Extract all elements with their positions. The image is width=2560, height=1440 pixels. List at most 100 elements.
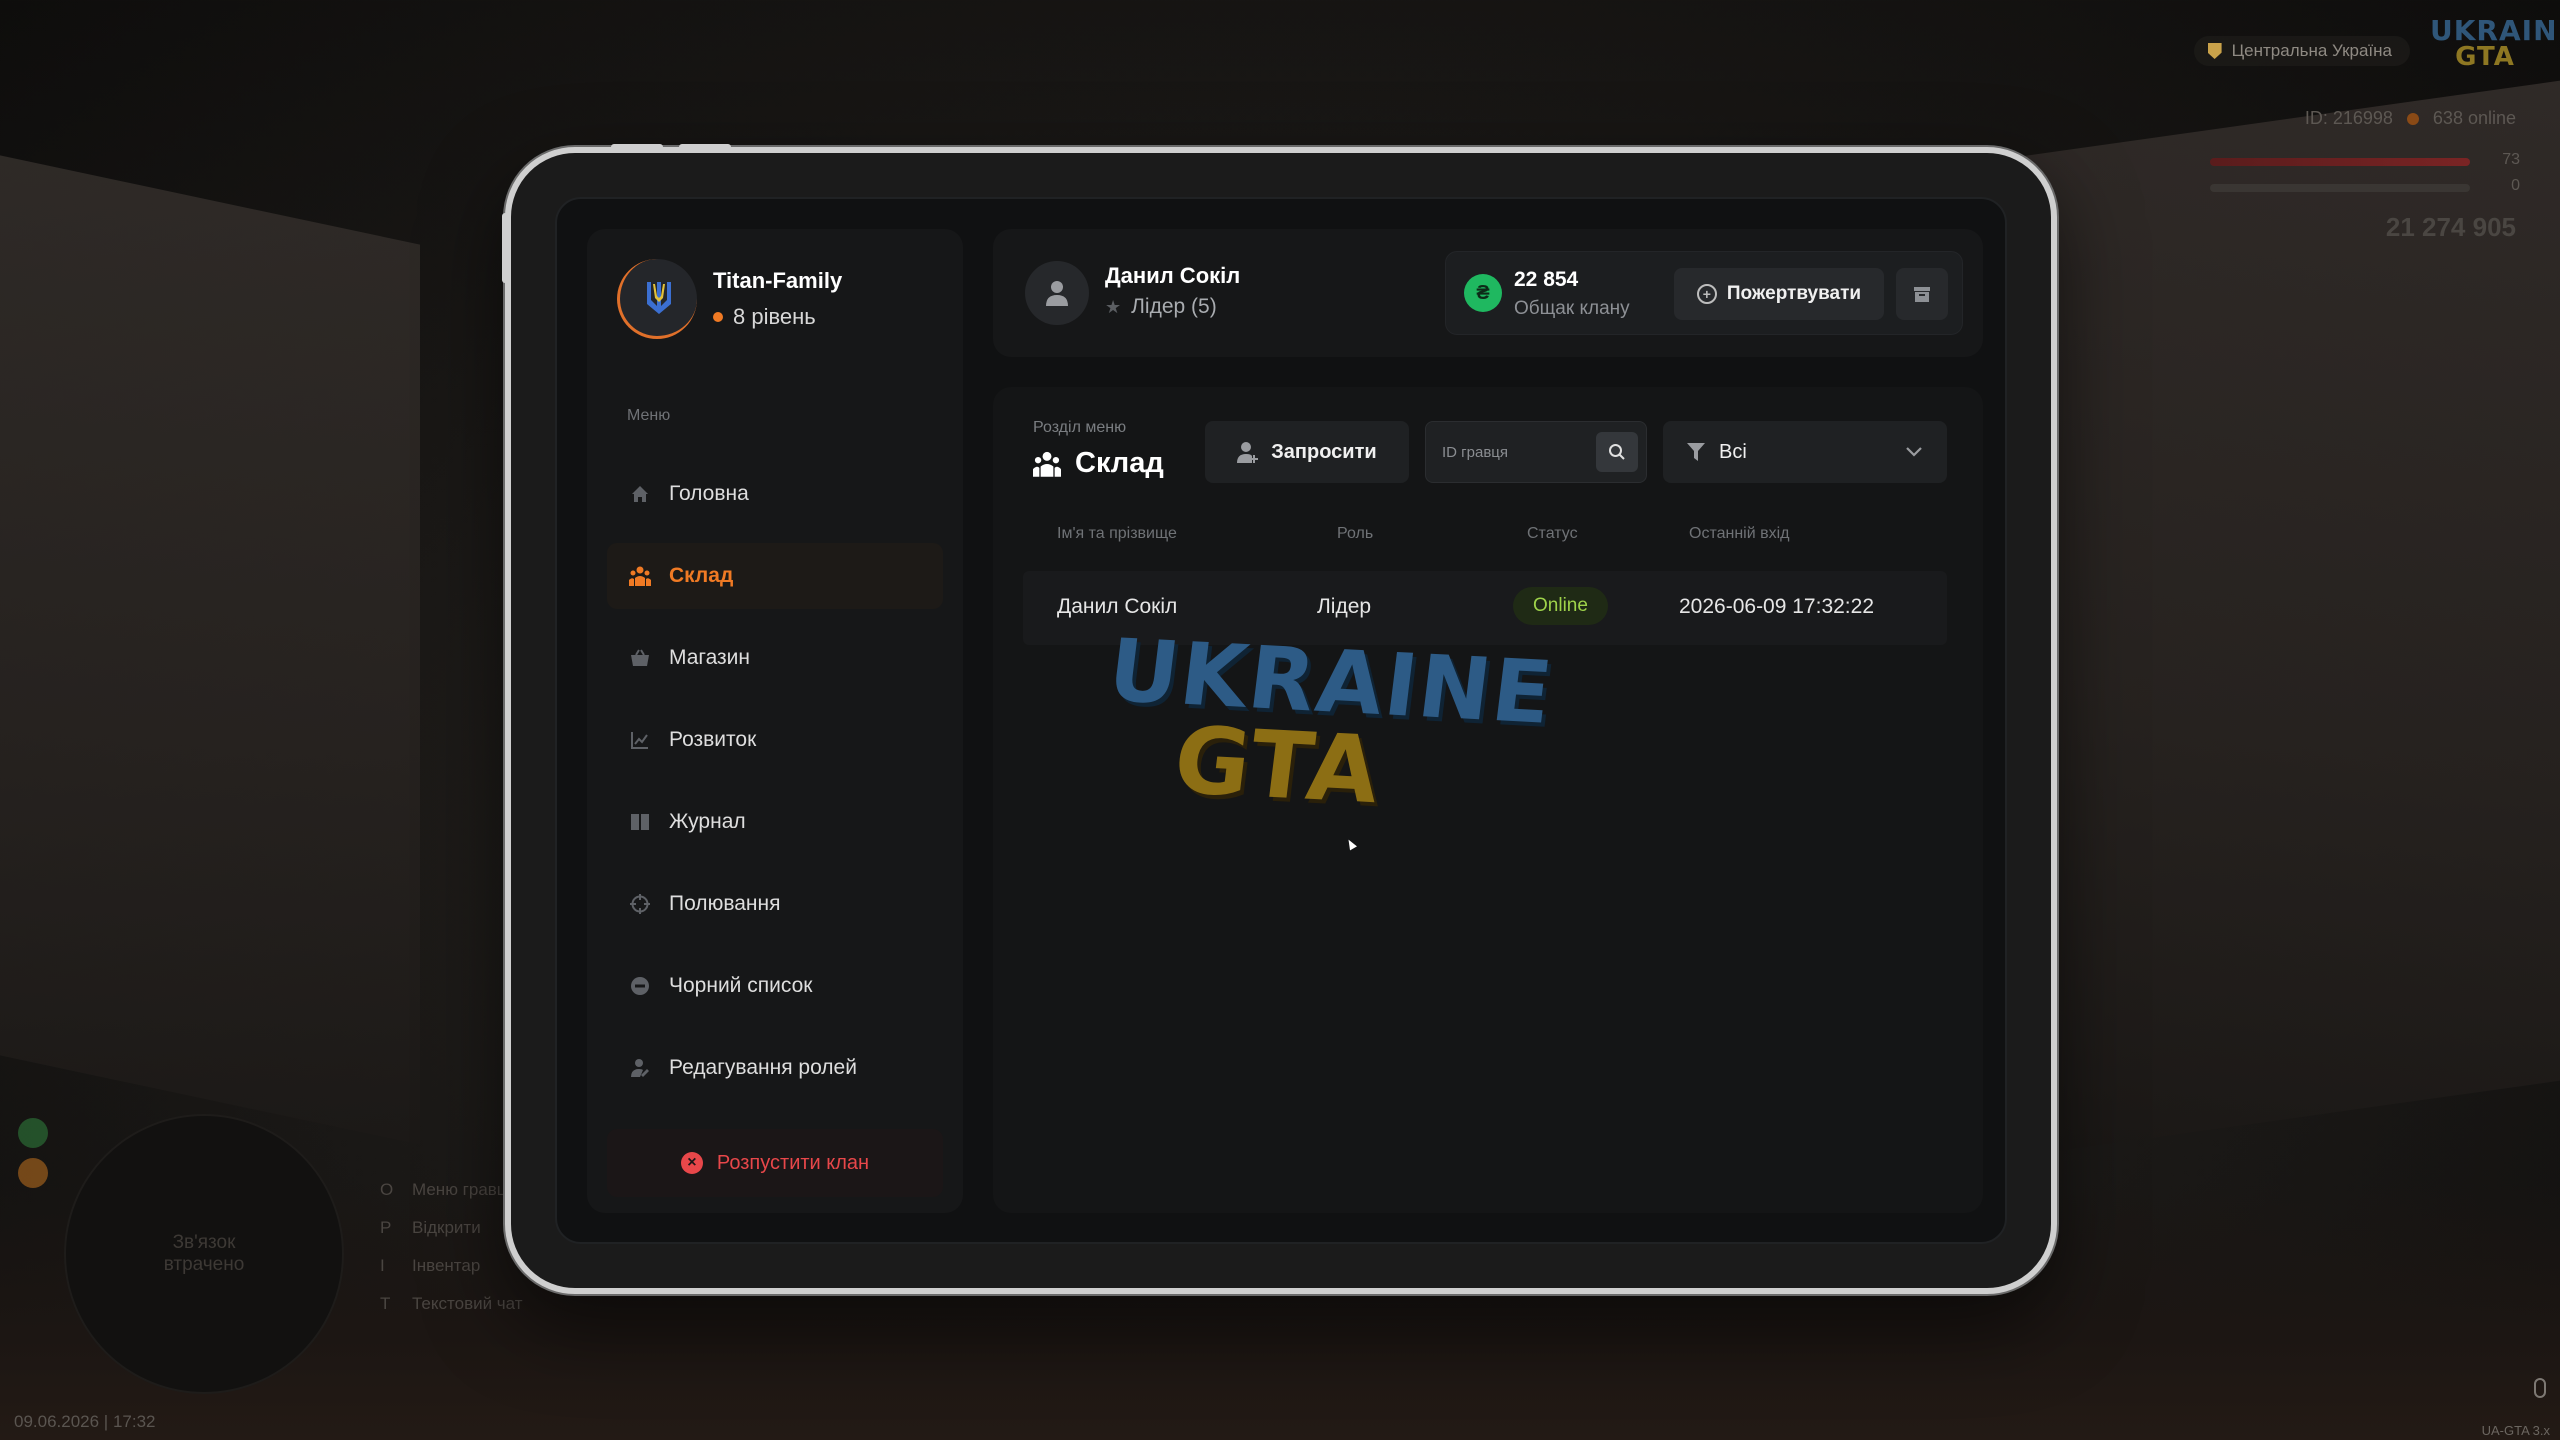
search-icon <box>1609 444 1625 460</box>
user-role: ★ Лідер (5) <box>1105 295 1217 319</box>
column-header: Роль <box>1337 525 1374 542</box>
tablet-screen: Titan-Family 8 рівень Меню Головна Склад… <box>555 197 2007 1244</box>
keybind-row: P Відкрити <box>380 1218 523 1238</box>
sidebar: Titan-Family 8 рівень Меню Головна Склад… <box>587 229 963 1213</box>
clan-level: 8 рівень <box>713 304 842 330</box>
hud-online-count: 638 online <box>2432 108 2516 128</box>
sidebar-item-label: Полювання <box>669 892 781 915</box>
sidebar-item-label: Головна <box>669 482 749 505</box>
filter-icon <box>1687 443 1705 461</box>
hud-player-id: ID: 216998 <box>2304 108 2393 128</box>
hryvnia-coin-icon: ₴ <box>1464 274 1502 312</box>
sidebar-item-label: Чорний список <box>669 974 813 997</box>
keybind-key: T <box>380 1294 391 1313</box>
hud-money: 21 274 905 <box>2385 212 2516 242</box>
donate-button-label: Пожертвувати <box>1726 283 1862 304</box>
sidebar-item-shop[interactable]: Магазин <box>607 625 943 691</box>
clan-header: Titan-Family 8 рівень <box>617 259 842 339</box>
people-icon <box>1033 451 1061 477</box>
filter-value: Всі <box>1719 440 1747 463</box>
user-icon <box>1046 281 1068 306</box>
clan-bank: ₴ 22 854 Общак клану + Пожертвувати <box>1445 251 1963 335</box>
chevron-down-icon <box>1906 447 1922 457</box>
keybind-label: Інвентар <box>412 1256 481 1275</box>
clan-avatar <box>617 259 697 339</box>
column-header: Останній вхід <box>1689 525 1790 542</box>
hud-datetime: 09.06.2026 | 17:32 <box>14 1412 156 1431</box>
menu-caption: Меню <box>627 407 671 424</box>
user-role-label: Лідер (5) <box>1131 295 1217 318</box>
minimap-status: Зв'язок втрачено <box>163 1232 245 1275</box>
close-icon: × <box>680 1152 703 1174</box>
armor-value: 0 <box>2511 177 2520 194</box>
invite-button[interactable]: Запросити <box>1205 421 1409 483</box>
game-logo-line2: GTA <box>2455 42 2515 72</box>
player-search <box>1425 421 1647 483</box>
shield-icon <box>2207 43 2222 59</box>
sidebar-item-edit-roles[interactable]: Редагування ролей <box>607 1035 943 1101</box>
hud-region-badge: Центральна Україна <box>2193 36 2410 66</box>
keybind-row: O Меню гравця <box>380 1180 523 1200</box>
book-icon <box>629 811 651 833</box>
star-icon: ★ <box>1105 296 1122 317</box>
tablet-side-button <box>502 213 508 283</box>
search-button[interactable] <box>1596 432 1638 472</box>
microphone-icon <box>2534 1378 2546 1398</box>
level-dot-icon <box>713 312 723 322</box>
search-input[interactable] <box>1442 436 1592 468</box>
sidebar-item-journal[interactable]: Журнал <box>607 789 943 855</box>
member-name: Данил Сокіл <box>1057 595 1178 618</box>
add-user-icon <box>1237 442 1259 463</box>
user-edit-icon <box>629 1057 651 1079</box>
keybind-label: Меню гравця <box>412 1180 516 1199</box>
people-icon <box>629 565 651 587</box>
armor-bar: 0 <box>2210 177 2520 194</box>
basket-icon <box>629 647 651 669</box>
user-card: Данил Сокіл ★ Лідер (5) ₴ 22 854 Общак к… <box>993 229 1983 357</box>
block-icon <box>629 975 651 997</box>
clan-level-label: 8 рівень <box>733 304 816 329</box>
warehouse-panel: Розділ меню Склад Запросити Всі <box>993 387 1983 1213</box>
keybind-label: Текстовий чат <box>412 1294 523 1313</box>
hud-region-label: Центральна Україна <box>2231 41 2392 60</box>
archive-icon <box>1914 287 1930 302</box>
plus-circle-icon: + <box>1696 284 1717 304</box>
crosshair-icon <box>629 893 651 915</box>
chart-icon <box>629 729 651 751</box>
keybind-row: I Інвентар <box>380 1256 523 1276</box>
health-value: 73 <box>2502 151 2520 168</box>
game-logo: UKRAINE GTA <box>2430 14 2560 72</box>
keybind-label: Відкрити <box>412 1218 481 1237</box>
role-filter-select[interactable]: Всі <box>1663 421 1947 483</box>
sidebar-item-hunting[interactable]: Полювання <box>607 871 943 937</box>
sidebar-item-label: Магазин <box>669 646 751 669</box>
minimap: Зв'язок втрачено <box>64 1114 344 1394</box>
health-bar: 73 <box>2210 151 2520 168</box>
disband-clan-button[interactable]: × Розпустити клан <box>607 1129 943 1197</box>
trident-icon <box>646 281 671 314</box>
game-logo-line1: UKRAINE <box>2430 14 2560 47</box>
sidebar-item-warehouse[interactable]: Склад <box>607 543 943 609</box>
hud-version: UA-GTA 3.x <box>2481 1423 2550 1438</box>
clan-tablet: Titan-Family 8 рівень Меню Головна Склад… <box>502 144 2057 1294</box>
hud-stats: ID: 216998 638 online <box>2305 108 2516 129</box>
sidebar-item-blacklist[interactable]: Чорний список <box>607 953 943 1019</box>
sidebar-item-label: Редагування ролей <box>669 1056 857 1079</box>
hud-side-icons <box>18 1118 48 1188</box>
online-icon <box>2406 112 2419 125</box>
sidebar-item-home[interactable]: Головна <box>607 461 943 527</box>
hud-bars: 73 0 <box>2210 151 2520 210</box>
hud-keybinds: O Меню гравця P Відкрити I Інвентар T Тексто… <box>380 1180 523 1332</box>
member-role: Лідер <box>1317 595 1372 618</box>
invite-button-label: Запросити <box>1271 440 1377 463</box>
sidebar-item-label: Розвиток <box>669 728 757 751</box>
sidebar-item-label: Склад <box>669 564 734 587</box>
members-table-header: Ім'я та прізвище Роль Статус Останній вх… <box>1023 525 1947 555</box>
keybind-key: P <box>380 1218 392 1237</box>
keybind-row: T Текстовий чат <box>380 1294 523 1314</box>
bank-history-button[interactable] <box>1896 268 1948 320</box>
donate-button[interactable]: + Пожертвувати <box>1674 268 1884 320</box>
sidebar-item-development[interactable]: Розвиток <box>607 707 943 773</box>
page-title: Склад <box>1033 447 1164 480</box>
page-title-label: Склад <box>1075 447 1164 479</box>
